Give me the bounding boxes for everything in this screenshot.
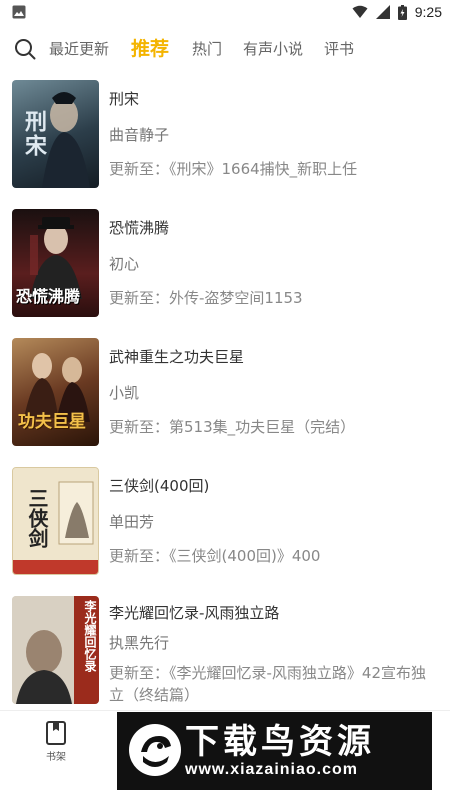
search-icon[interactable] xyxy=(14,38,36,60)
book-item[interactable]: 李光耀回忆录 李光耀回忆录-风雨独立路 执黑先行 更新至：《李光耀回忆录-风雨独… xyxy=(0,590,450,715)
bird-logo-icon xyxy=(129,724,181,776)
tab-recommended[interactable]: 推荐 xyxy=(131,24,169,74)
book-cover[interactable]: 刑宋 xyxy=(12,80,99,188)
image-notification-icon xyxy=(12,5,26,19)
book-update: 更新至：《三侠剑(400回)》400 xyxy=(109,547,321,565)
nav-bookshelf[interactable]: 书架 xyxy=(26,721,86,763)
book-icon xyxy=(46,721,66,745)
tab-storytelling[interactable]: 评书 xyxy=(324,24,354,74)
top-tab-bar: 最近更新 推荐 热门 有声小说 评书 xyxy=(0,24,450,74)
book-item[interactable]: 刑宋 刑宋 曲音静子 更新至：《刑宋》1664捕快_新职上任 xyxy=(0,74,450,199)
book-author: 执黑先行 xyxy=(109,634,170,652)
watermark-url: www.xiazainiao.com xyxy=(185,761,359,778)
cover-title-text: 三侠剑 xyxy=(25,488,49,548)
book-update: 更新至：《李光耀回忆录-风雨独立路》42宣布独立（终结篇） xyxy=(109,664,427,704)
book-item[interactable]: 功夫巨星 武神重生之功夫巨星 小凯 更新至：第513集_功夫巨星（完结） xyxy=(0,332,450,457)
book-cover[interactable]: 恐慌沸腾 xyxy=(12,209,99,317)
cover-title-text: 李光耀回忆录 xyxy=(83,600,97,672)
book-item[interactable]: 三侠剑 三侠剑(400回) 单田芳 更新至：《三侠剑(400回)》400 xyxy=(0,461,450,586)
book-update: 更新至：第513集_功夫巨星（完结） xyxy=(109,418,356,436)
tab-popular[interactable]: 热门 xyxy=(192,24,222,74)
watermark-title: 下载鸟资源 xyxy=(185,722,375,762)
watermark-banner: 下载鸟资源 www.xiazainiao.com xyxy=(117,712,432,790)
cover-title-text: 功夫巨星 xyxy=(18,412,86,432)
book-cover[interactable]: 李光耀回忆录 xyxy=(12,596,99,704)
book-cover[interactable]: 功夫巨星 xyxy=(12,338,99,446)
signal-icon xyxy=(375,5,390,19)
wifi-icon xyxy=(352,5,368,18)
book-author: 曲音静子 xyxy=(109,126,170,144)
book-title: 恐慌沸腾 xyxy=(109,219,170,237)
cover-title-text: 刑宋 xyxy=(21,110,47,158)
book-author: 单田芳 xyxy=(109,513,155,531)
tab-audio-novels[interactable]: 有声小说 xyxy=(243,24,303,74)
book-cover[interactable]: 三侠剑 xyxy=(12,467,99,575)
book-item[interactable]: 恐慌沸腾 恐慌沸腾 初心 更新至：外传-盗梦空间1153 xyxy=(0,203,450,328)
book-title: 武神重生之功夫巨星 xyxy=(109,348,245,366)
book-title: 李光耀回忆录-风雨独立路 xyxy=(109,604,280,622)
status-bar: 9:25 xyxy=(0,0,450,24)
book-author: 初心 xyxy=(109,255,140,273)
battery-icon xyxy=(397,4,407,20)
tab-recent-updates[interactable]: 最近更新 xyxy=(49,24,109,74)
book-update: 更新至：《刑宋》1664捕快_新职上任 xyxy=(109,160,358,178)
book-author: 小凯 xyxy=(109,384,140,402)
book-update: 更新至：外传-盗梦空间1153 xyxy=(109,289,303,307)
status-time: 9:25 xyxy=(414,4,442,20)
book-title: 刑宋 xyxy=(109,90,140,108)
book-title: 三侠剑(400回) xyxy=(109,477,210,495)
nav-label: 书架 xyxy=(46,752,66,763)
cover-title-text: 恐慌沸腾 xyxy=(16,287,81,306)
